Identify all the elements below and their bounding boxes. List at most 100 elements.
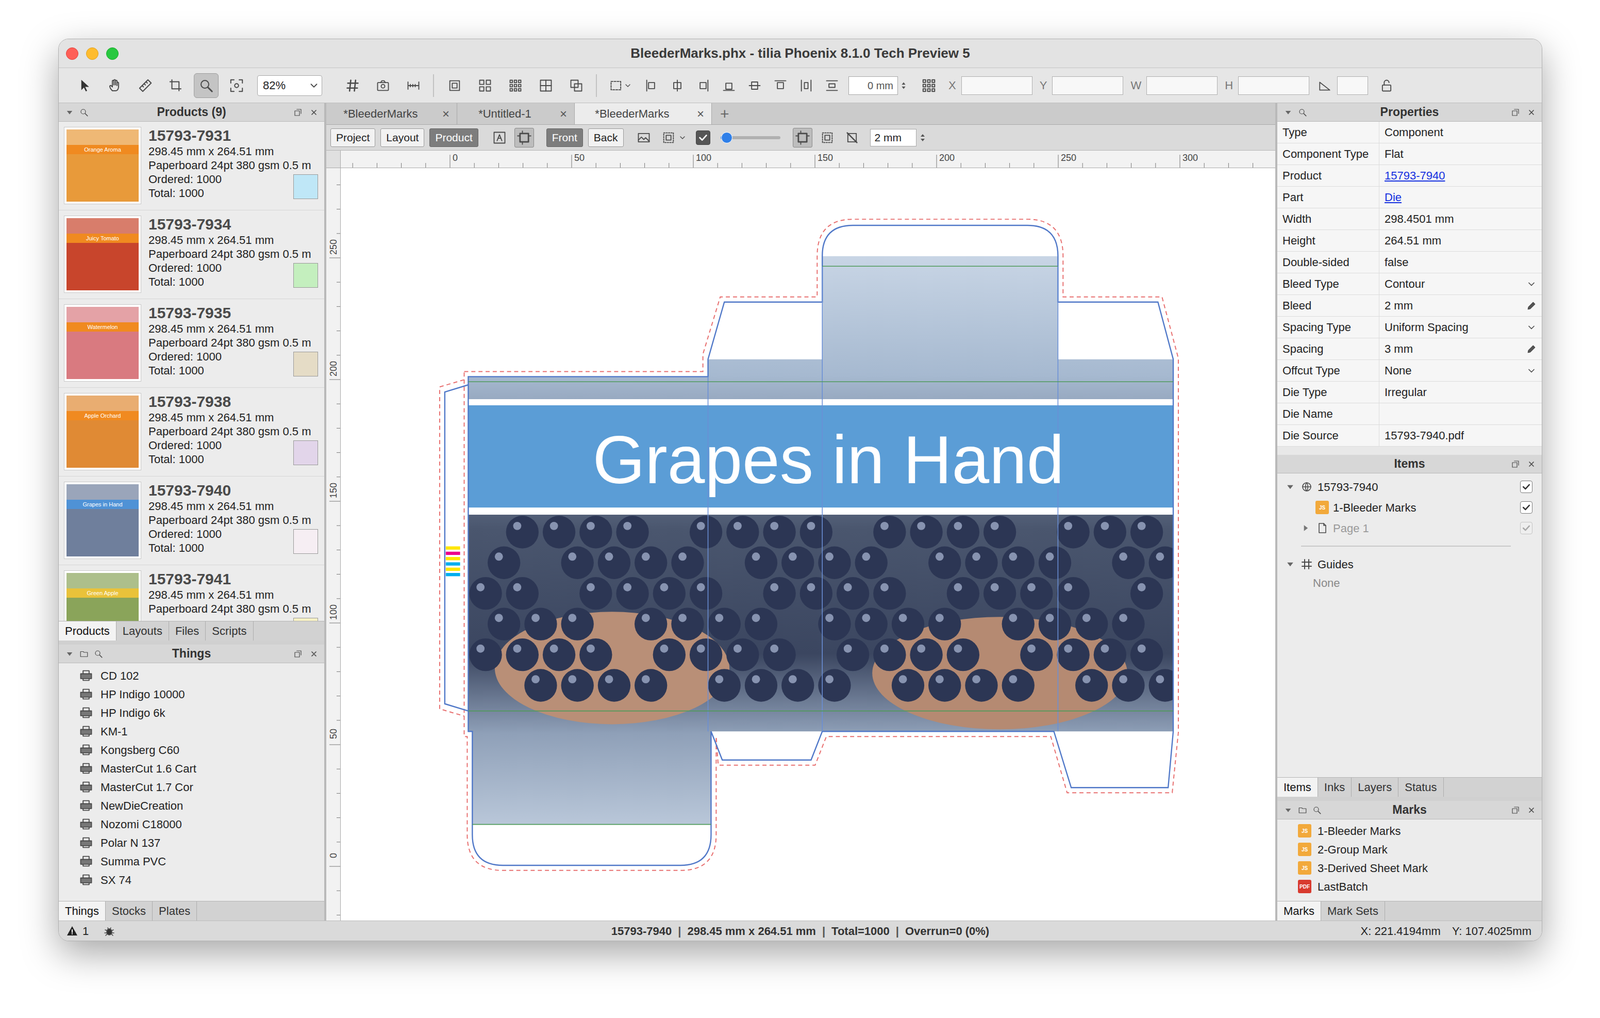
property-value[interactable]: Uniform Spacing (1379, 316, 1542, 338)
search-icon[interactable] (1297, 107, 1308, 118)
no-bleed-icon[interactable] (842, 127, 862, 148)
search-icon[interactable] (93, 648, 104, 659)
panel-tab[interactable]: Marks (1277, 901, 1322, 921)
property-value[interactable]: Contour (1379, 273, 1542, 295)
undock-icon[interactable] (1510, 459, 1521, 469)
align-icon[interactable] (820, 73, 844, 98)
bleed-toggle-icon[interactable] (658, 127, 679, 148)
chevron-icon[interactable] (1526, 365, 1537, 376)
field-input[interactable] (1238, 76, 1310, 95)
product-item[interactable]: Orange Aroma15793-7931298.45 mm x 264.51… (58, 121, 325, 211)
close-icon[interactable] (309, 649, 319, 658)
offset-field[interactable]: 0 mm (848, 76, 910, 95)
field-input[interactable] (1052, 76, 1124, 95)
grid-icon[interactable] (340, 73, 365, 98)
thing-item[interactable]: MasterCut 1.6 Cart (58, 758, 325, 778)
tree-row[interactable]: JS1-Bleeder Marks (1277, 496, 1542, 518)
product-item[interactable]: Grapes in Hand15793-7940298.45 mm x 264.… (58, 476, 325, 565)
chevron-icon[interactable] (1526, 322, 1537, 333)
lock-icon[interactable] (1375, 73, 1398, 98)
pencil-icon[interactable] (1526, 300, 1537, 311)
camera-icon[interactable] (370, 73, 396, 98)
document-tab-label[interactable]: *BleederMarks (326, 105, 436, 123)
property-value[interactable]: 2 mm (1379, 294, 1542, 316)
product-item[interactable]: Juicy Tomato15793-7934298.45 mm x 264.51… (58, 210, 325, 299)
text-toggle-icon[interactable] (489, 127, 510, 148)
view-button[interactable]: Layout (380, 128, 425, 147)
close-icon[interactable] (1527, 459, 1536, 469)
warning-icon[interactable] (65, 924, 79, 937)
view-button[interactable]: Back (588, 128, 624, 147)
crop-icon[interactable] (163, 73, 189, 98)
product-item[interactable]: Green Apple15793-7941298.45 mm x 264.51 … (58, 564, 325, 621)
image-toggle-icon[interactable] (634, 127, 654, 148)
collapse-icon[interactable] (1283, 805, 1293, 815)
collapse-icon[interactable] (1283, 107, 1293, 118)
minimize-button[interactable] (86, 47, 99, 60)
visibility-checkbox[interactable] (1520, 501, 1533, 514)
property-value[interactable]: Die (1379, 186, 1542, 208)
property-value[interactable]: 15793-7940 (1379, 164, 1542, 187)
close-button[interactable] (65, 47, 79, 60)
mark-item[interactable]: JS3-Derived Sheet Mark (1277, 858, 1542, 877)
show-marks-checkbox[interactable] (695, 130, 711, 145)
mark-item[interactable]: PDFLastBatch (1277, 876, 1542, 896)
field-input[interactable] (1146, 76, 1218, 95)
grid-nine-icon[interactable] (503, 73, 528, 98)
measure-icon[interactable] (401, 73, 426, 98)
folder-icon[interactable] (79, 648, 89, 659)
thing-item[interactable]: NewDieCreation (58, 795, 325, 815)
offset-input[interactable]: 0 mm (848, 76, 898, 95)
undock-icon[interactable] (293, 648, 303, 659)
splitter[interactable] (58, 640, 325, 645)
stepper-icon[interactable] (897, 79, 910, 92)
panel-tab[interactable]: Scripts (205, 621, 254, 641)
layout-canvas[interactable]: Grapes in Hand (340, 168, 1276, 921)
stack-icon[interactable] (563, 73, 589, 98)
thing-item[interactable]: Kongsberg C60 (58, 740, 325, 759)
grid-icon[interactable] (916, 73, 942, 98)
panel-tab[interactable]: Mark Sets (1321, 901, 1386, 921)
search-icon[interactable] (1312, 805, 1322, 815)
chevron-icon[interactable] (308, 79, 320, 92)
property-value-text[interactable]: 15793-7940 (1384, 167, 1445, 185)
tree-row[interactable]: Page 1 (1277, 517, 1542, 539)
chevron-icon[interactable] (1526, 278, 1537, 290)
chevron-icon[interactable] (623, 81, 632, 90)
opacity-slider[interactable] (720, 136, 781, 140)
slider-knob[interactable] (721, 131, 733, 144)
frame-icon[interactable] (442, 73, 468, 98)
zoom-field[interactable]: 82% (257, 75, 323, 96)
bleed-input[interactable]: 2 mm (870, 128, 917, 147)
align-icon[interactable] (717, 73, 741, 98)
folder-icon[interactable] (1297, 805, 1308, 815)
thing-item[interactable]: CD 102 (58, 665, 325, 685)
panel-tab[interactable]: Inks (1318, 777, 1352, 797)
bug-icon[interactable] (103, 924, 116, 937)
undock-icon[interactable] (1510, 107, 1521, 118)
document-tab-label[interactable]: *BleederMarks (574, 105, 690, 123)
collapse-icon[interactable] (64, 107, 75, 118)
close-icon[interactable] (1527, 805, 1536, 814)
property-value-text[interactable]: Die (1384, 188, 1402, 206)
cross-grid-icon[interactable] (533, 73, 559, 98)
ruler-icon[interactable] (132, 73, 158, 98)
new-tab-button[interactable]: + (711, 103, 738, 125)
search-icon[interactable] (79, 107, 89, 118)
panel-tab[interactable]: Things (58, 901, 106, 921)
align-icon[interactable] (794, 73, 818, 98)
align-icon[interactable] (691, 73, 715, 98)
product-item[interactable]: Watermelon15793-7935298.45 mm x 264.51 m… (58, 298, 325, 388)
chevron-icon[interactable] (678, 133, 687, 142)
close-tab-button[interactable]: × (435, 104, 457, 124)
bleed-frame-icon[interactable] (817, 127, 838, 148)
align-icon[interactable] (769, 73, 792, 98)
pencil-icon[interactable] (1526, 343, 1537, 355)
guides-row[interactable]: Guides (1277, 553, 1542, 575)
expanded-arrow-icon[interactable] (1284, 481, 1296, 492)
thing-item[interactable]: KM-1 (58, 721, 325, 741)
document-tab-label[interactable]: *Untitled-1 (457, 105, 553, 123)
bleed-field[interactable]: 2 mm (870, 128, 929, 147)
document-tab[interactable]: *Untitled-1× (457, 103, 575, 125)
stepper-icon[interactable] (916, 131, 929, 144)
